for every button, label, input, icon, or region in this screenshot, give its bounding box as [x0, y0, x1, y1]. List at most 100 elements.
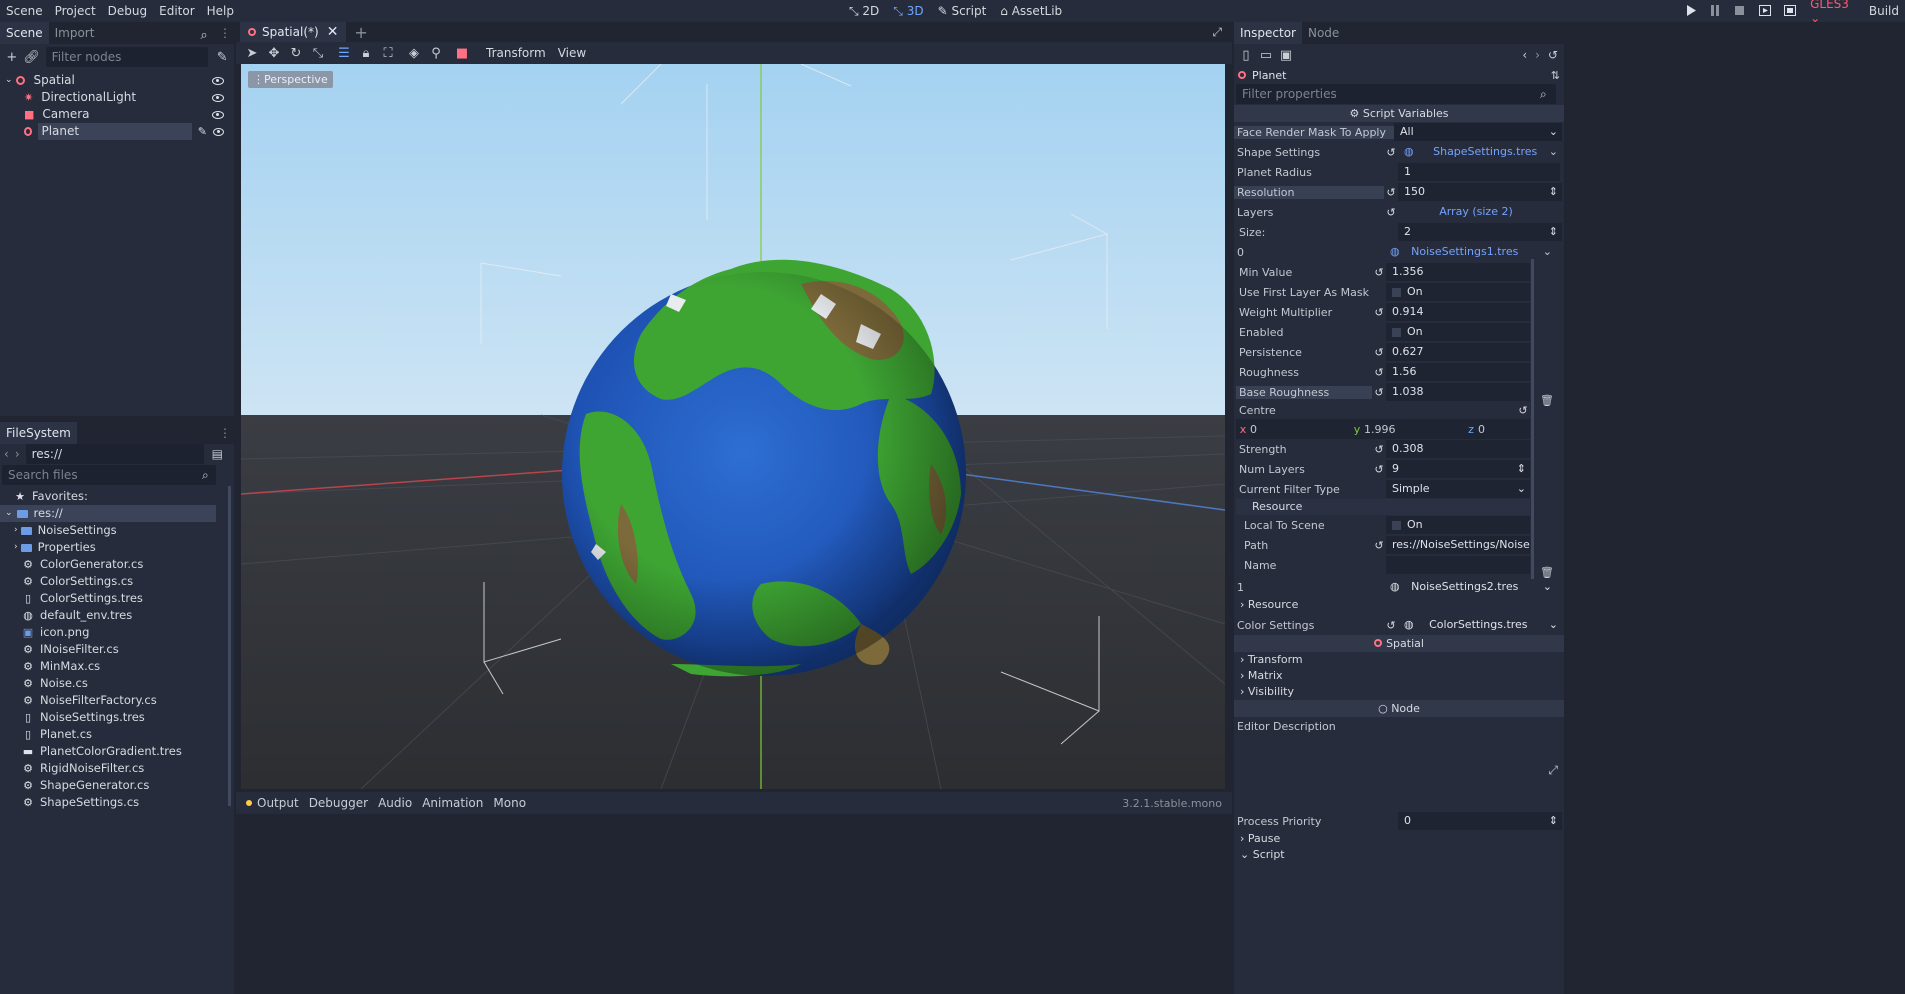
resolution-spinbox[interactable]: 150 ⇕: [1398, 183, 1562, 201]
array-size-spinbox[interactable]: 2 ⇕: [1398, 223, 1562, 241]
forward-icon[interactable]: ›: [15, 447, 20, 461]
select-tool-icon[interactable]: ➤: [244, 45, 260, 61]
shape-settings-resource[interactable]: ◍ ShapeSettings.tres ⌄: [1398, 143, 1562, 161]
file-item[interactable]: › NoiseSettings: [0, 522, 234, 539]
filesystem-scrollbar[interactable]: [228, 486, 231, 806]
path-field[interactable]: res://NoiseSettings/NoiseSetti: [1386, 536, 1530, 554]
perspective-menu-button[interactable]: ⋮Perspective: [248, 71, 333, 88]
script-group[interactable]: ⌄ Script: [1234, 847, 1564, 863]
revert-icon[interactable]: ↺: [1372, 443, 1386, 456]
file-item[interactable]: ⚙ ShapeGenerator.cs: [0, 777, 234, 794]
enabled-checkbox[interactable]: On: [1386, 323, 1530, 341]
menu-editor[interactable]: Editor: [153, 0, 201, 22]
node-section[interactable]: ○ Node: [1234, 700, 1564, 717]
file-item[interactable]: ▯ NoiseSettings.tres: [0, 709, 234, 726]
tree-node-camera[interactable]: ■ Camera: [0, 106, 234, 123]
centre-z-field[interactable]: 0: [1478, 423, 1528, 436]
menu-project[interactable]: Project: [49, 0, 102, 22]
rotate-tool-icon[interactable]: ↻: [288, 45, 304, 61]
script-icon[interactable]: ✎: [198, 123, 207, 140]
visibility-eye-icon[interactable]: [212, 76, 224, 85]
delete-element-icon[interactable]: 🗑︎: [1540, 566, 1554, 579]
lock-icon[interactable]: 🔒︎: [358, 45, 374, 61]
distraction-free-icon[interactable]: ⤢: [1212, 25, 1222, 40]
tab-audio[interactable]: Audio: [373, 792, 417, 814]
close-icon[interactable]: ✕: [327, 24, 339, 40]
mode-3d-button[interactable]: ⤡ 3D: [886, 0, 930, 22]
play-icon[interactable]: [1686, 5, 1698, 17]
instance-scene-icon[interactable]: 🔗︎: [23, 49, 40, 65]
revert-icon[interactable]: ↺: [1372, 266, 1386, 279]
filter-nodes-input[interactable]: Filter nodes: [45, 47, 209, 67]
visibility-eye-icon[interactable]: [212, 110, 224, 119]
persistence-field[interactable]: 0.627: [1386, 343, 1530, 361]
delete-element-icon[interactable]: 🗑︎: [1540, 394, 1554, 407]
tab-import[interactable]: Import: [49, 22, 101, 44]
snap-icon[interactable]: ⚲: [428, 45, 444, 61]
tree-node-directionallight[interactable]: ✷ DirectionalLight: [0, 89, 234, 106]
collapse-arrow-icon[interactable]: ›: [14, 522, 18, 539]
strength-field[interactable]: 0.308: [1386, 440, 1530, 458]
centre-y-field[interactable]: 1.996: [1364, 423, 1464, 436]
dock-menu-icon[interactable]: ⋮: [219, 426, 231, 440]
spatial-section[interactable]: Spatial: [1234, 635, 1564, 652]
build-button[interactable]: Build: [1863, 0, 1905, 22]
filter-type-select[interactable]: Simple ⌄: [1386, 480, 1530, 498]
camera-preview-icon[interactable]: ■: [454, 45, 470, 61]
list-select-icon[interactable]: ☰: [336, 45, 352, 61]
file-item[interactable]: ⚙ MinMax.cs: [0, 658, 234, 675]
file-item[interactable]: ⚙ ColorSettings.cs: [0, 573, 234, 590]
process-priority-spinbox[interactable]: 0 ⇕: [1398, 812, 1562, 830]
play-custom-scene-icon[interactable]: [1783, 5, 1796, 17]
array-scrollbar[interactable]: [1531, 259, 1534, 579]
favorites-row[interactable]: ★ Favorites:: [0, 488, 234, 505]
layer-1-resource[interactable]: ◍ NoiseSettings2.tres ⌄: [1384, 578, 1552, 596]
file-item[interactable]: ▬ PlanetColorGradient.tres: [0, 743, 234, 760]
file-item[interactable]: ⚙ Noise.cs: [0, 675, 234, 692]
tree-node-spatial[interactable]: ⌄ Spatial: [0, 72, 234, 89]
revert-icon[interactable]: ↺: [1516, 404, 1530, 417]
revert-icon[interactable]: ↺: [1384, 186, 1398, 199]
object-menu-icon[interactable]: ⇅: [1551, 69, 1560, 82]
revert-icon[interactable]: ↺: [1372, 539, 1386, 552]
search-files-input[interactable]: Search files: [2, 465, 216, 485]
pause-group[interactable]: › Pause: [1234, 831, 1564, 847]
menu-debug[interactable]: Debug: [102, 0, 153, 22]
add-node-icon[interactable]: +: [4, 49, 20, 65]
use-first-layer-checkbox[interactable]: On: [1386, 283, 1530, 301]
resource-2-subsection[interactable]: › Resource: [1234, 597, 1564, 613]
tab-spatial[interactable]: Spatial(*) ✕: [240, 22, 347, 42]
base-roughness-field[interactable]: 1.038: [1386, 383, 1530, 401]
file-item[interactable]: ⚙ INoiseFilter.cs: [0, 641, 234, 658]
mode-assetlib-button[interactable]: ⌂ AssetLib: [993, 0, 1069, 22]
add-tab-icon[interactable]: +: [354, 23, 367, 42]
resource-subsection[interactable]: Resource: [1236, 499, 1530, 515]
planet-radius-field[interactable]: 1: [1398, 163, 1560, 181]
save-resource-icon[interactable]: ▣: [1278, 47, 1294, 63]
mode-script-button[interactable]: ✎ Script: [931, 0, 994, 22]
history-back-icon[interactable]: ‹: [1522, 48, 1527, 62]
layers-array-button[interactable]: Array (size 2): [1398, 203, 1554, 221]
visibility-eye-icon[interactable]: [212, 93, 224, 102]
filter-properties-input[interactable]: Filter properties: [1236, 84, 1556, 104]
name-field[interactable]: [1386, 556, 1530, 574]
group-icon[interactable]: ⛶: [380, 45, 396, 61]
expand-arrow-icon[interactable]: ⌄: [5, 505, 13, 522]
centre-x-field[interactable]: 0: [1250, 423, 1350, 436]
matrix-group[interactable]: › Matrix: [1234, 668, 1564, 684]
file-item[interactable]: ⌄ res://: [0, 505, 216, 522]
load-resource-icon[interactable]: ▭: [1258, 47, 1274, 63]
local-space-icon[interactable]: ◈: [406, 45, 422, 61]
layer-0-resource[interactable]: ◍ NoiseSettings1.tres ⌄: [1384, 243, 1552, 261]
tab-filesystem[interactable]: FileSystem: [0, 422, 77, 444]
script-variables-section[interactable]: ⚙ Script Variables: [1234, 105, 1564, 122]
expand-icon[interactable]: ⤢: [1548, 763, 1558, 778]
tab-output[interactable]: Output: [252, 792, 304, 814]
transform-menu[interactable]: Transform: [480, 46, 552, 60]
file-item[interactable]: ▯ Planet.cs: [0, 726, 234, 743]
tab-node[interactable]: Node: [1302, 22, 1345, 44]
revert-icon[interactable]: ↺: [1372, 366, 1386, 379]
file-item[interactable]: ◍ default_env.tres: [0, 607, 234, 624]
mode-2d-button[interactable]: ⤡ 2D: [842, 0, 886, 22]
path-field[interactable]: res://: [25, 444, 204, 464]
